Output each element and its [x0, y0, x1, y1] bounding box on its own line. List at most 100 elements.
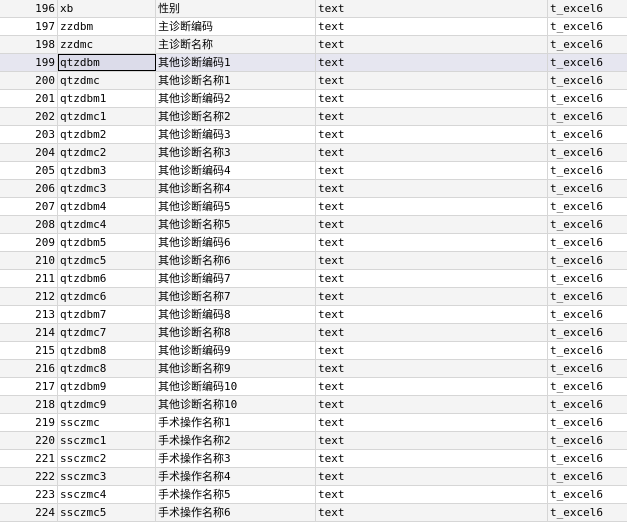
field-label-cell[interactable]: 主诊断编码 [156, 18, 316, 35]
field-label-cell[interactable]: 其他诊断编码3 [156, 126, 316, 143]
row-number-cell[interactable]: 197 [0, 18, 58, 35]
field-name-cell[interactable]: qtzdmc5 [58, 252, 156, 269]
table-row[interactable]: 210 qtzdmc5 其他诊断名称6 text t_excel6 [0, 252, 627, 270]
table-name-cell[interactable]: t_excel6 [548, 324, 627, 341]
table-name-cell[interactable]: t_excel6 [548, 306, 627, 323]
field-type-cell[interactable]: text [316, 54, 548, 71]
table-row[interactable]: 221 ssczmc2 手术操作名称3 text t_excel6 [0, 450, 627, 468]
table-row[interactable]: 202 qtzdmc1 其他诊断名称2 text t_excel6 [0, 108, 627, 126]
field-label-cell[interactable]: 其他诊断名称3 [156, 144, 316, 161]
field-name-cell[interactable]: qtzdmc1 [58, 108, 156, 125]
field-name-cell[interactable]: qtzdbm6 [58, 270, 156, 287]
row-number-cell[interactable]: 201 [0, 90, 58, 107]
table-name-cell[interactable]: t_excel6 [548, 378, 627, 395]
field-name-cell[interactable]: qtzdmc7 [58, 324, 156, 341]
table-row[interactable]: 220 ssczmc1 手术操作名称2 text t_excel6 [0, 432, 627, 450]
table-name-cell[interactable]: t_excel6 [548, 198, 627, 215]
table-row[interactable]: 213 qtzdbm7 其他诊断编码8 text t_excel6 [0, 306, 627, 324]
table-row[interactable]: 207 qtzdbm4 其他诊断编码5 text t_excel6 [0, 198, 627, 216]
field-name-cell[interactable]: qtzdbm7 [58, 306, 156, 323]
table-name-cell[interactable]: t_excel6 [548, 54, 627, 71]
row-number-cell[interactable]: 203 [0, 126, 58, 143]
field-type-cell[interactable]: text [316, 216, 548, 233]
row-number-cell[interactable]: 224 [0, 504, 58, 521]
row-number-cell[interactable]: 222 [0, 468, 58, 485]
table-name-cell[interactable]: t_excel6 [548, 18, 627, 35]
table-name-cell[interactable]: t_excel6 [548, 234, 627, 251]
table-name-cell[interactable]: t_excel6 [548, 90, 627, 107]
field-name-cell[interactable]: ssczmc5 [58, 504, 156, 521]
row-number-cell[interactable]: 221 [0, 450, 58, 467]
field-label-cell[interactable]: 性别 [156, 0, 316, 17]
field-type-cell[interactable]: text [316, 18, 548, 35]
field-name-cell[interactable]: zzdmc [58, 36, 156, 53]
field-name-cell[interactable]: zzdbm [58, 18, 156, 35]
row-number-cell[interactable]: 205 [0, 162, 58, 179]
table-name-cell[interactable]: t_excel6 [548, 342, 627, 359]
table-name-cell[interactable]: t_excel6 [548, 270, 627, 287]
field-type-cell[interactable]: text [316, 360, 548, 377]
table-name-cell[interactable]: t_excel6 [548, 504, 627, 521]
field-name-cell[interactable]: qtzdmc4 [58, 216, 156, 233]
field-label-cell[interactable]: 其他诊断名称4 [156, 180, 316, 197]
table-row[interactable]: 223 ssczmc4 手术操作名称5 text t_excel6 [0, 486, 627, 504]
table-row[interactable]: 212 qtzdmc6 其他诊断名称7 text t_excel6 [0, 288, 627, 306]
table-name-cell[interactable]: t_excel6 [548, 126, 627, 143]
field-type-cell[interactable]: text [316, 486, 548, 503]
field-name-cell[interactable]: ssczmc1 [58, 432, 156, 449]
table-name-cell[interactable]: t_excel6 [548, 180, 627, 197]
table-name-cell[interactable]: t_excel6 [548, 144, 627, 161]
table-row[interactable]: 216 qtzdmc8 其他诊断名称9 text t_excel6 [0, 360, 627, 378]
field-label-cell[interactable]: 手术操作名称2 [156, 432, 316, 449]
table-name-cell[interactable]: t_excel6 [548, 0, 627, 17]
table-name-cell[interactable]: t_excel6 [548, 108, 627, 125]
field-label-cell[interactable]: 其他诊断编码7 [156, 270, 316, 287]
field-type-cell[interactable]: text [316, 0, 548, 17]
field-name-cell[interactable]: qtzdbm2 [58, 126, 156, 143]
table-row[interactable]: 214 qtzdmc7 其他诊断名称8 text t_excel6 [0, 324, 627, 342]
row-number-cell[interactable]: 200 [0, 72, 58, 89]
row-number-cell[interactable]: 206 [0, 180, 58, 197]
field-type-cell[interactable]: text [316, 234, 548, 251]
field-type-cell[interactable]: text [316, 504, 548, 521]
row-number-cell[interactable]: 213 [0, 306, 58, 323]
row-number-cell[interactable]: 202 [0, 108, 58, 125]
table-name-cell[interactable]: t_excel6 [548, 216, 627, 233]
field-type-cell[interactable]: text [316, 324, 548, 341]
row-number-cell[interactable]: 220 [0, 432, 58, 449]
field-label-cell[interactable]: 手术操作名称1 [156, 414, 316, 431]
field-type-cell[interactable]: text [316, 270, 548, 287]
table-row[interactable]: 205 qtzdbm3 其他诊断编码4 text t_excel6 [0, 162, 627, 180]
table-name-cell[interactable]: t_excel6 [548, 468, 627, 485]
table-name-cell[interactable]: t_excel6 [548, 414, 627, 431]
table-row[interactable]: 198 zzdmc 主诊断名称 text t_excel6 [0, 36, 627, 54]
field-label-cell[interactable]: 其他诊断名称7 [156, 288, 316, 305]
row-number-cell[interactable]: 211 [0, 270, 58, 287]
table-name-cell[interactable]: t_excel6 [548, 396, 627, 413]
field-type-cell[interactable]: text [316, 144, 548, 161]
table-row[interactable]: 219 ssczmc 手术操作名称1 text t_excel6 [0, 414, 627, 432]
table-row[interactable]: 217 qtzdbm9 其他诊断编码10 text t_excel6 [0, 378, 627, 396]
table-row[interactable]: 204 qtzdmc2 其他诊断名称3 text t_excel6 [0, 144, 627, 162]
field-type-cell[interactable]: text [316, 252, 548, 269]
table-row[interactable]: 197 zzdbm 主诊断编码 text t_excel6 [0, 18, 627, 36]
field-type-cell[interactable]: text [316, 36, 548, 53]
field-name-cell[interactable]: qtzdmc9 [58, 396, 156, 413]
field-name-cell[interactable]: ssczmc4 [58, 486, 156, 503]
field-name-cell[interactable]: qtzdmc8 [58, 360, 156, 377]
field-name-cell[interactable]: qtzdbm3 [58, 162, 156, 179]
field-type-cell[interactable]: text [316, 450, 548, 467]
row-number-cell[interactable]: 196 [0, 0, 58, 17]
table-row[interactable]: 200 qtzdmc 其他诊断名称1 text t_excel6 [0, 72, 627, 90]
field-type-cell[interactable]: text [316, 432, 548, 449]
table-row[interactable]: 218 qtzdmc9 其他诊断名称10 text t_excel6 [0, 396, 627, 414]
field-type-cell[interactable]: text [316, 90, 548, 107]
field-name-cell[interactable]: qtzdmc6 [58, 288, 156, 305]
row-number-cell[interactable]: 209 [0, 234, 58, 251]
table-row[interactable]: 201 qtzdbm1 其他诊断编码2 text t_excel6 [0, 90, 627, 108]
row-number-cell[interactable]: 214 [0, 324, 58, 341]
field-label-cell[interactable]: 手术操作名称6 [156, 504, 316, 521]
field-label-cell[interactable]: 其他诊断编码5 [156, 198, 316, 215]
field-type-cell[interactable]: text [316, 414, 548, 431]
field-name-cell[interactable]: qtzdbm5 [58, 234, 156, 251]
